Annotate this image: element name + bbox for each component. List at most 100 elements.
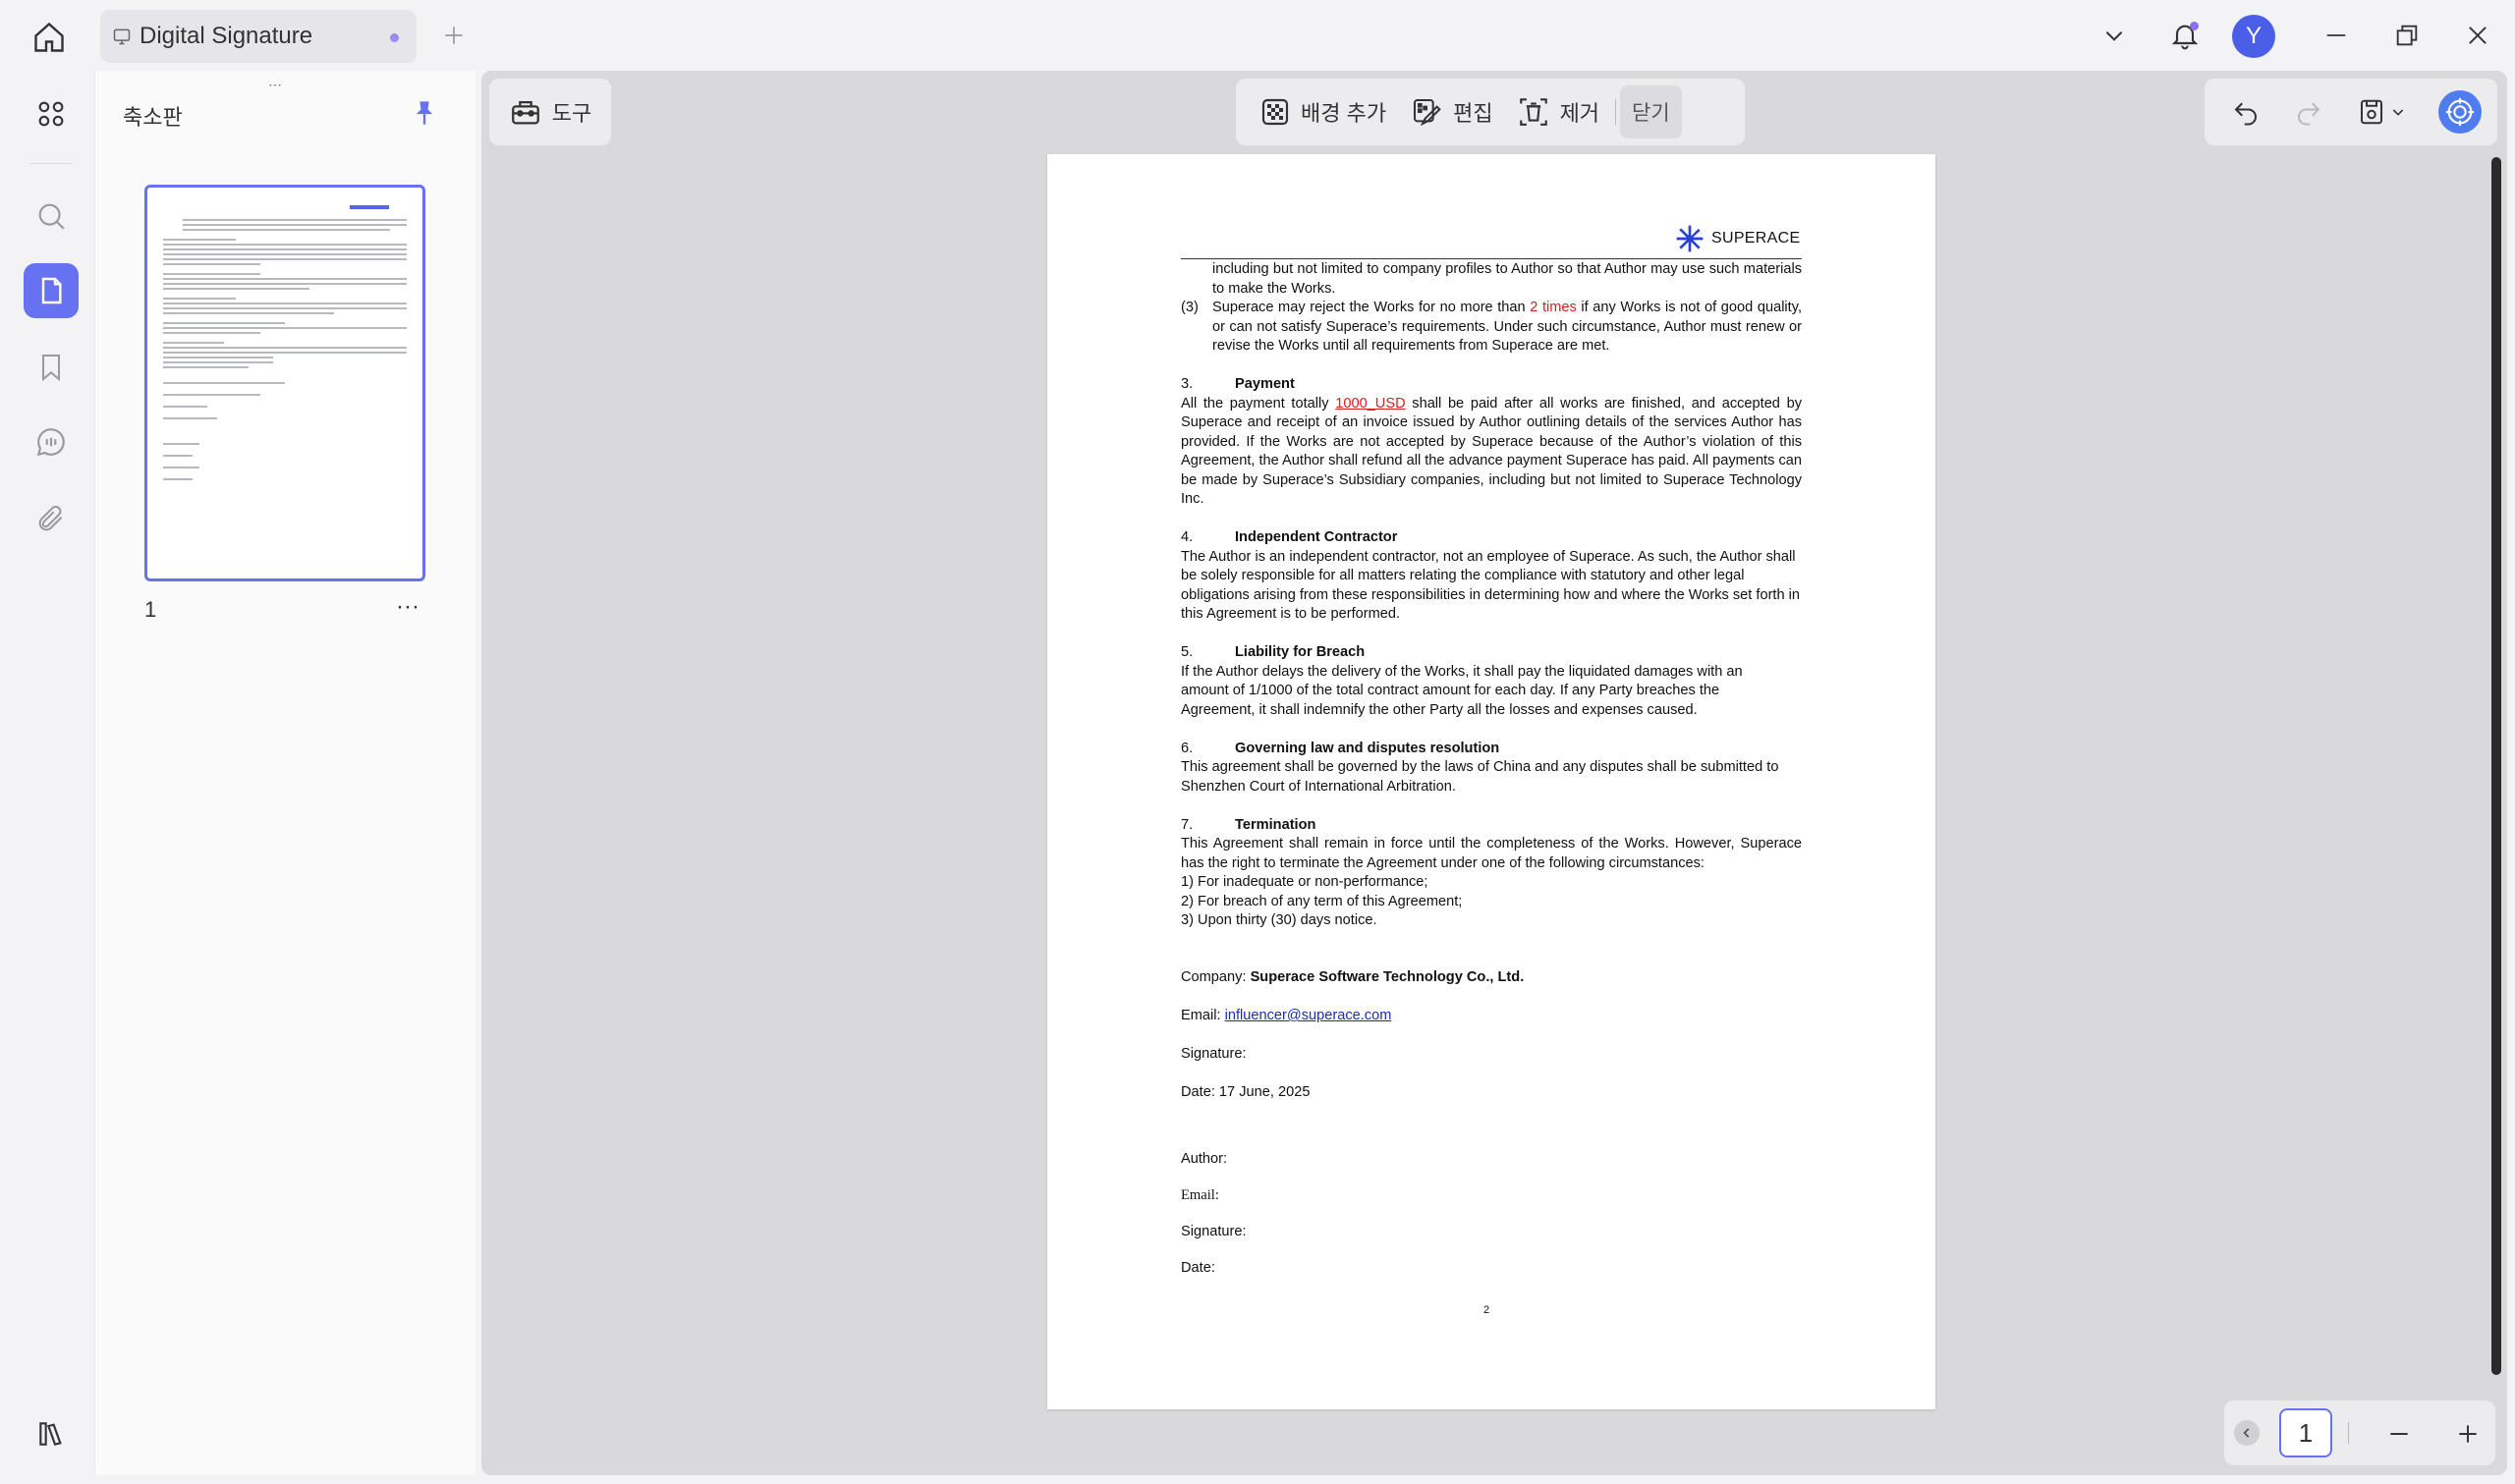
- ai-assistant-icon: [2445, 97, 2475, 127]
- panel-drag-handle[interactable]: ⋯: [268, 77, 284, 93]
- notifications-button[interactable]: [2163, 16, 2207, 55]
- section-heading-termination: 7. Termination: [1181, 816, 1316, 833]
- home-button[interactable]: [28, 18, 71, 57]
- rail-search-button[interactable]: [24, 189, 79, 244]
- trash-icon: [1519, 98, 1547, 126]
- chevron-down-icon: [2105, 31, 2123, 41]
- section-body-payment: All the payment totally 1000_USD shall b…: [1181, 395, 1802, 508]
- page-navigation: 1: [2224, 1401, 2495, 1465]
- close-window-button[interactable]: [2456, 16, 2499, 55]
- section-heading-contractor: 4. Independent Contractor: [1181, 529, 1398, 545]
- current-page-input[interactable]: 1: [2279, 1408, 2332, 1457]
- section-body-governing-law: This agreement shall be governed by the …: [1181, 759, 1779, 795]
- ai-assistant-button[interactable]: [2438, 90, 2482, 134]
- thumbnail-more-button[interactable]: ···: [396, 593, 419, 621]
- tools-label: 도구: [551, 101, 592, 126]
- redo-button[interactable]: [2289, 92, 2328, 132]
- rail-attachments-button[interactable]: [24, 491, 79, 546]
- checker-icon: [1261, 98, 1289, 126]
- termination-circumstance: 2) For breach of any term of this Agreem…: [1181, 893, 1463, 909]
- author-line: Author:: [1181, 1150, 1228, 1167]
- remove-background-label: 제거: [1559, 101, 1600, 126]
- thumbnail-page-number: 1: [144, 597, 157, 622]
- title-bar: Digital Signature Y: [0, 0, 2515, 71]
- company-line: Company: Superace Software Technology Co…: [1181, 969, 1525, 985]
- save-options-button[interactable]: [2383, 92, 2413, 132]
- close-background-button[interactable]: 닫기: [1620, 85, 1682, 138]
- signature-line: Signature:: [1181, 1046, 1247, 1062]
- author-signature-line: Signature:: [1181, 1223, 1247, 1239]
- author-email-line: Email:: [1181, 1187, 1219, 1203]
- section-body-liability: If the Author delays the delivery of the…: [1181, 663, 1743, 718]
- minus-icon: [2390, 1433, 2408, 1435]
- new-tab-button[interactable]: [436, 18, 472, 53]
- add-background-button[interactable]: 배경 추가: [1248, 85, 1398, 138]
- rail-apps-button[interactable]: [24, 86, 79, 141]
- background-toolbar: 배경 추가 편집 제거 닫기: [1236, 79, 1745, 145]
- pin-panel-button[interactable]: [408, 96, 441, 130]
- edit-history-toolbar: [2205, 79, 2497, 145]
- comment-icon: [36, 428, 65, 457]
- save-icon: [2361, 99, 2382, 125]
- tools-button[interactable]: 도구: [489, 79, 611, 145]
- rail-comments-button[interactable]: [24, 414, 79, 469]
- library-icon: [39, 1422, 62, 1446]
- undo-button[interactable]: [2226, 92, 2265, 132]
- rail-bookmarks-button[interactable]: [24, 340, 79, 395]
- logo-text: SUPERACE: [1711, 230, 1801, 247]
- pdf-page: SUPERACE including but not limited to co…: [1047, 154, 1935, 1409]
- superace-logo: SUPERACE: [1674, 223, 1800, 254]
- tab-title: Digital Signature: [140, 23, 313, 49]
- search-icon: [38, 203, 65, 230]
- header-rule: [1181, 258, 1802, 259]
- restore-button[interactable]: [2385, 16, 2429, 55]
- edit-background-label: 편집: [1453, 101, 1493, 126]
- rail-divider: [29, 163, 73, 164]
- termination-circumstance: 1) For inadequate or non-performance;: [1181, 874, 1428, 890]
- author-date-line: Date:: [1181, 1260, 1215, 1276]
- edit-background-button[interactable]: 편집: [1398, 85, 1504, 138]
- document-tab[interactable]: Digital Signature: [100, 10, 417, 63]
- page-content: including but not limited to company pro…: [1181, 260, 1802, 1279]
- page-icon: [41, 277, 62, 304]
- zoom-divider: [2348, 1422, 2349, 1444]
- zoom-in-button[interactable]: [2448, 1414, 2487, 1454]
- plus-icon: [445, 27, 463, 44]
- clause-item-3: (3) Superace may reject the Works for no…: [1181, 299, 1802, 357]
- rail-thumbnails-button[interactable]: [24, 263, 79, 318]
- date-line: Date: 17 June, 2025: [1181, 1084, 1311, 1100]
- termination-circumstance: 3) Upon thirty (30) days notice.: [1181, 912, 1377, 928]
- email-line: Email: influencer@superace.com: [1181, 1008, 1392, 1023]
- email-link[interactable]: influencer@superace.com: [1225, 1008, 1392, 1023]
- rail-library-button[interactable]: [24, 1406, 79, 1461]
- redo-icon: [2298, 102, 2320, 126]
- payment-amount: 1000_USD: [1335, 395, 1406, 412]
- left-rail: [8, 71, 94, 1475]
- thumbnail-panel-title: 축소판: [123, 105, 183, 130]
- vertical-scrollbar[interactable]: [2491, 157, 2501, 1375]
- edit-background-icon: [1414, 99, 1441, 127]
- section-heading-liability: 5. Liability for Breach: [1181, 644, 1366, 660]
- close-icon: [2469, 27, 2487, 44]
- minimize-button[interactable]: [2315, 16, 2358, 55]
- clause-number: (3): [1181, 300, 1199, 315]
- section-heading-payment: 3. Payment: [1181, 376, 1295, 392]
- document-tab-icon: [113, 28, 131, 45]
- zoom-out-button[interactable]: [2379, 1414, 2419, 1454]
- bookmark-icon: [42, 355, 60, 382]
- highlighted-value: 2 times: [1530, 300, 1577, 315]
- grid-icon: [38, 101, 64, 127]
- page-thumbnail[interactable]: [144, 185, 425, 581]
- user-avatar[interactable]: Y: [2232, 15, 2275, 58]
- superace-logo-icon: [1676, 225, 1704, 252]
- notification-dot: [2190, 22, 2199, 30]
- clause-text: Superace may reject the Works for no mor…: [1212, 300, 1802, 354]
- chevron-down-icon: [2392, 109, 2404, 116]
- previous-page-button[interactable]: [2234, 1420, 2260, 1446]
- toolbar-divider: [1615, 99, 1617, 125]
- remove-background-button[interactable]: 제거: [1505, 85, 1611, 138]
- home-icon: [34, 22, 64, 52]
- tabs-dropdown-button[interactable]: [2093, 16, 2136, 55]
- section-body-contractor: The Author is an independent contractor,…: [1181, 548, 1801, 623]
- chevron-left-icon: [2243, 1428, 2250, 1438]
